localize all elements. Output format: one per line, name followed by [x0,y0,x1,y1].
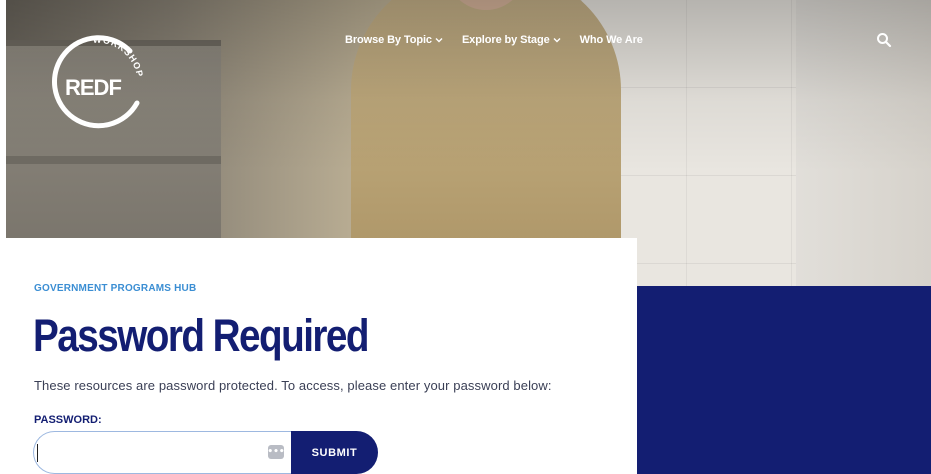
chevron-down-icon [553,38,561,43]
password-card: GOVERNMENT PROGRAMS HUB Password Require… [6,238,637,474]
ellipsis-key-icon[interactable]: ••• [267,445,285,459]
logo-mark-icon: WORKSHOP REDF [51,35,145,129]
decorative-navy-panel [637,286,931,474]
redf-workshop-logo[interactable]: WORKSHOP REDF [45,33,147,135]
nav-label: Browse By Topic [345,34,432,46]
text-caret [37,444,38,462]
password-label: PASSWORD: [34,414,102,426]
svg-text:WORKSHOP: WORKSHOP [93,35,145,79]
section-eyebrow: GOVERNMENT PROGRAMS HUB [34,283,197,294]
nav-label: Who We Are [579,34,643,46]
logo-arc-text: WORKSHOP [93,35,144,79]
nav-browse-by-topic[interactable]: Browse By Topic [345,34,444,46]
nav-explore-by-stage[interactable]: Explore by Stage [462,34,562,46]
chevron-down-icon [435,38,443,43]
nav-who-we-are[interactable]: Who We Are [580,34,643,46]
page-description: These resources are password protected. … [34,378,552,393]
submit-button[interactable]: SUBMIT [291,431,378,474]
password-form: ••• SUBMIT [33,431,378,474]
search-button[interactable] [876,32,892,48]
main-nav: Browse By Topic Explore by Stage Who We … [345,30,643,50]
page-title: Password Required [33,310,370,361]
nav-label: Explore by Stage [461,34,550,46]
logo-wordmark: REDF [65,75,121,100]
password-input[interactable] [33,431,295,474]
search-icon [877,33,892,48]
